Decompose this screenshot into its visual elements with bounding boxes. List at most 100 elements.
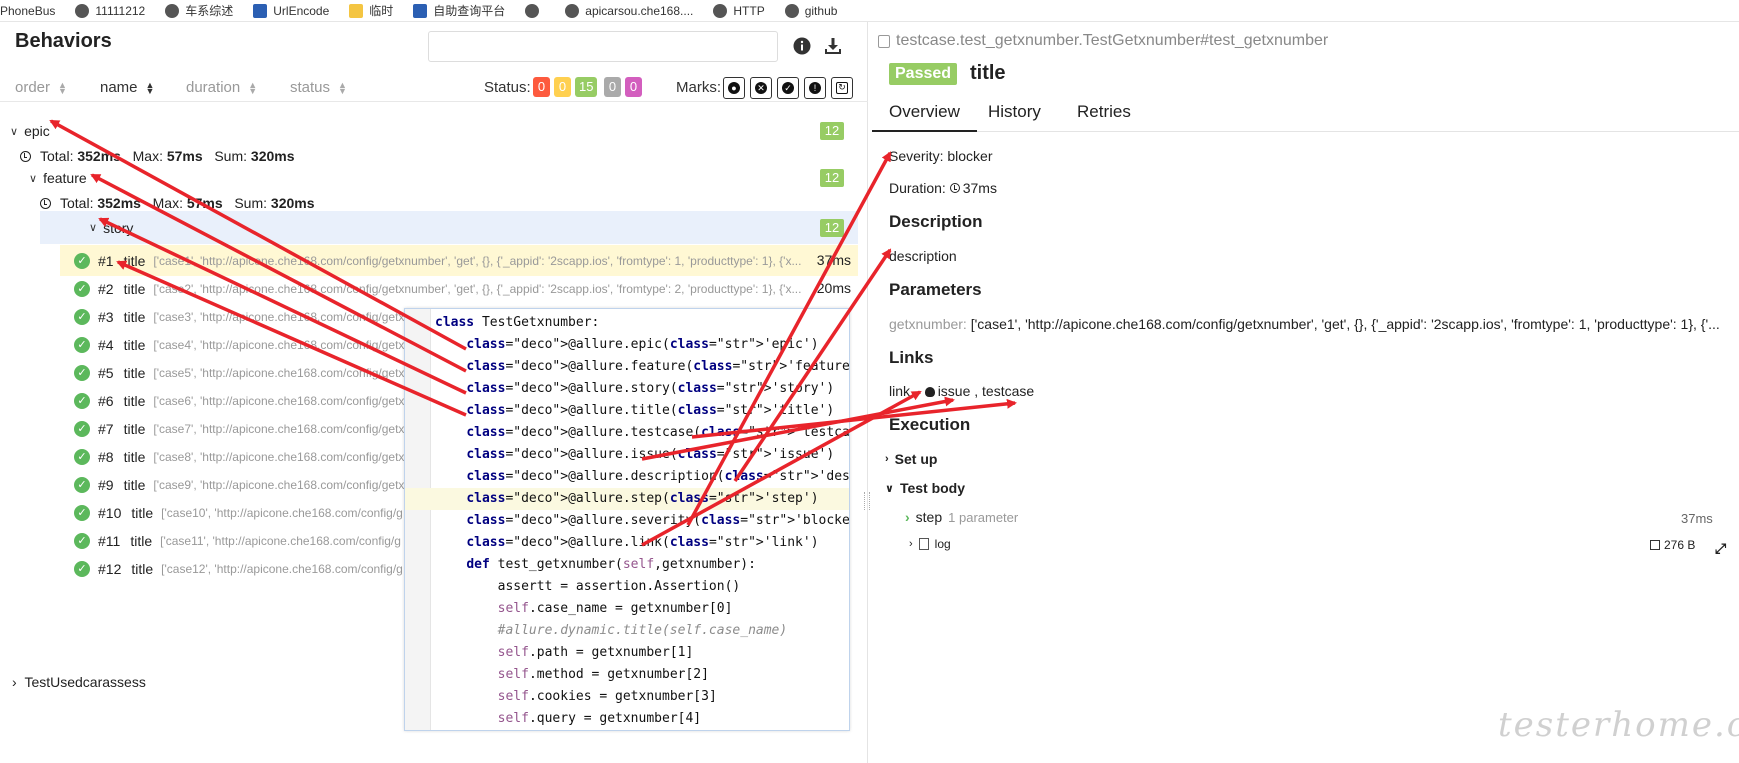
mark-new-broken-icon[interactable]: ! [804, 77, 826, 99]
mark-new-passed-icon[interactable]: ✓ [777, 77, 799, 99]
case-duration: 37ms [816, 252, 851, 268]
download-icon[interactable] [823, 36, 843, 56]
case-title: title [123, 448, 146, 465]
status-count-unknown[interactable]: 0 [625, 77, 642, 97]
bookmark-item[interactable]: HTTP [713, 3, 765, 18]
code-line: #allure.dynamic.title(self.case_name) [435, 623, 788, 638]
bookmarks-bar: PhoneBus 11111212 车系综述 UrlEncode 临时 自助查询平台 api… [0, 0, 1739, 22]
link-testcase[interactable]: testcase [982, 383, 1034, 399]
stat-label: Max: [152, 195, 183, 211]
chevron-right-icon: › [12, 674, 17, 690]
sort-name-label: name [100, 79, 138, 96]
clock-icon [949, 183, 960, 193]
case-title: title [123, 364, 146, 381]
code-line: class="deco">@allure.step(class="str">'s… [405, 488, 849, 510]
pane-splitter[interactable] [864, 492, 870, 510]
filter-input[interactable] [428, 31, 778, 62]
doc-icon [253, 3, 268, 18]
test-body-section[interactable]: ∨ Test body [885, 480, 965, 496]
status-count-failed[interactable]: 0 [533, 77, 550, 97]
mark-flaky-icon[interactable]: ● [723, 77, 745, 99]
tab-overview[interactable]: Overview [872, 99, 977, 132]
status-count-passed[interactable]: 15 [575, 77, 598, 97]
sort-name[interactable]: name ▲ ▼ [100, 79, 154, 96]
doc-icon [413, 3, 428, 18]
case-number: #6 [98, 392, 114, 409]
status-count-skipped[interactable]: 0 [604, 77, 621, 97]
mark-retries-icon[interactable]: ↻ [831, 77, 853, 99]
expand-icon[interactable]: ⤢ [1715, 540, 1726, 557]
step-duration: 37ms [1681, 511, 1713, 526]
tree-node-suite[interactable]: › TestUsedcarassess [12, 674, 146, 690]
step-row[interactable]: › step 1 parameter [905, 509, 1018, 525]
bookmark-item[interactable]: 临时 [349, 2, 393, 19]
case-title: title [123, 336, 146, 353]
sort-arrows-icon: ▲ ▼ [145, 79, 155, 96]
case-number: #4 [98, 336, 114, 353]
chevron-right-icon: › [905, 509, 910, 525]
link-link[interactable]: link [889, 383, 910, 399]
log-attachment[interactable]: › log [909, 537, 951, 551]
passed-check-icon: ✓ [74, 364, 90, 381]
tab-retries[interactable]: Retries [1060, 99, 1148, 132]
bookmark-item[interactable]: apicarsou.che168.... [565, 3, 693, 18]
tree-node-story[interactable]: ∨ story 12 [40, 211, 858, 244]
tree-node-label: epic [24, 123, 50, 139]
bookmark-item[interactable]: 自助查询平台 [413, 2, 505, 19]
links-heading: Links [889, 348, 934, 367]
code-line: self.query = getxnumber[4] [497, 711, 702, 726]
duration-label: Duration: [889, 180, 946, 196]
link-issue[interactable]: issue [938, 383, 971, 399]
copy-icon[interactable] [878, 34, 890, 48]
case-params: ['case2', 'http://apicone.che168.com/con… [153, 281, 802, 296]
bookmark-label: 车系综述 [185, 4, 234, 18]
stat-value: 352ms [77, 148, 121, 164]
sort-order[interactable]: order ▲ ▼ [15, 79, 67, 96]
sort-bar: order ▲ ▼ name ▲ ▼ duration ▲ ▼ status ▲ ▼ Statu… [0, 72, 868, 102]
sort-duration[interactable]: duration ▲ ▼ [186, 79, 257, 96]
bookmark-item[interactable] [525, 3, 545, 18]
github-icon [784, 3, 799, 18]
bookmark-item[interactable]: github [784, 3, 837, 18]
mark-new-failed-icon[interactable]: ✕ [750, 77, 772, 99]
bookmark-item[interactable]: UrlEncode [253, 3, 329, 18]
count-badge: 12 [820, 169, 844, 187]
case-number: #8 [98, 448, 114, 465]
passed-check-icon: ✓ [74, 420, 90, 437]
description-heading: Description [889, 212, 983, 231]
passed-check-icon: ✓ [74, 308, 90, 325]
case-number: #2 [98, 280, 114, 297]
bookmark-item[interactable]: 11111212 [75, 3, 146, 18]
tab-bar: Overview History Retries [872, 99, 1739, 132]
globe-icon [165, 3, 180, 18]
setup-section[interactable]: › Set up [885, 451, 937, 467]
links-row: link , issue , testcase [889, 383, 1035, 399]
case-number: #12 [98, 560, 122, 577]
case-number: #1 [98, 252, 114, 269]
description-text: description [889, 248, 957, 264]
tab-history[interactable]: History [971, 99, 1058, 132]
bookmark-item[interactable]: PhoneBus [0, 4, 55, 18]
bookmark-label: 11111212 [95, 3, 146, 18]
passed-check-icon: ✓ [74, 280, 90, 297]
test-case-row[interactable]: ✓ #1 title ['case1', 'http://apicone.che168… [60, 245, 858, 276]
stat-value: 57ms [186, 195, 223, 211]
info-icon[interactable] [792, 36, 812, 56]
stat-label: Sum: [214, 148, 248, 164]
tree-node-epic[interactable]: ∨ epic 12 [0, 119, 858, 143]
source-code-popup: class TestGetxnumber: class="deco">@allu… [404, 308, 850, 731]
passed-check-icon: ✓ [74, 448, 90, 465]
case-number: #10 [98, 504, 122, 521]
bookmark-item[interactable]: 车系综述 [165, 2, 233, 19]
tree-node-feature[interactable]: ∨ feature 12 [0, 166, 858, 190]
watermark: testerhome.com [1498, 705, 1739, 745]
test-case-row[interactable]: ✓ #2 title ['case2', 'http://apicone.che168… [60, 273, 858, 304]
sort-status[interactable]: status ▲ ▼ [290, 79, 347, 96]
sort-arrows-icon: ▲ ▼ [58, 79, 67, 96]
case-title: title [131, 560, 154, 577]
stat-label: Total: [40, 148, 74, 164]
status-count-broken[interactable]: 0 [554, 77, 571, 97]
sort-duration-label: duration [186, 79, 241, 96]
step-label: step [915, 509, 943, 525]
globe-icon [75, 3, 90, 18]
